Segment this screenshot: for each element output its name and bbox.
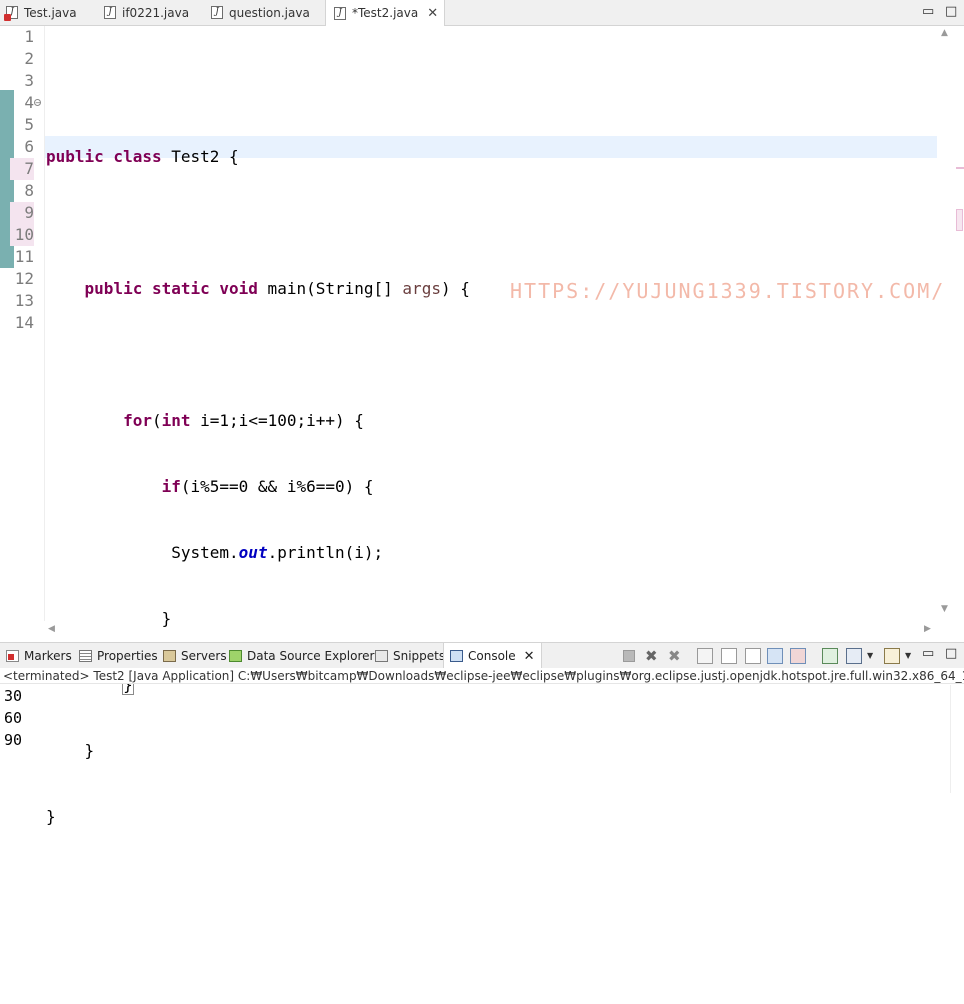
chevron-down-icon[interactable]: ▼ <box>867 648 883 664</box>
servers-icon <box>163 649 176 662</box>
minimize-icon[interactable]: ▭ <box>922 4 934 19</box>
console-line: 30 <box>4 687 23 705</box>
code-line: } <box>46 807 56 826</box>
maximize-icon[interactable]: □ <box>945 646 957 661</box>
overview-ruler-mark[interactable] <box>956 167 964 169</box>
tab-test-java[interactable]: J Test.java <box>4 0 77 25</box>
show-console-on-output-icon[interactable] <box>767 648 783 664</box>
code-line: } <box>84 741 95 760</box>
tab-markers[interactable]: Markers <box>6 643 72 668</box>
line-number: 2 <box>24 49 34 68</box>
close-icon[interactable]: ✕ <box>427 6 438 21</box>
tab-label: Test.java <box>24 5 77 20</box>
line-number: 7 <box>10 158 34 180</box>
tab-question-java[interactable]: J question.java <box>211 0 310 25</box>
line-number: 11 <box>14 247 34 266</box>
markers-icon <box>6 649 19 662</box>
maximize-icon[interactable]: □ <box>945 4 957 19</box>
line-number: 12 <box>14 269 34 288</box>
line-number: 9 <box>10 202 34 224</box>
show-console-on-error-icon[interactable] <box>790 648 806 664</box>
chevron-down-icon[interactable]: ▼ <box>905 648 921 664</box>
java-file-icon: J <box>104 6 116 19</box>
console-line: 60 <box>4 709 23 727</box>
java-file-icon: J <box>211 6 223 19</box>
tab-label: *Test2.java <box>352 6 419 20</box>
clear-console-icon[interactable] <box>697 648 713 664</box>
code-line: for(int i=1;i<=100;i++) { <box>123 411 364 430</box>
line-number: 5 <box>24 115 34 134</box>
java-file-icon: J <box>334 6 346 20</box>
minimize-icon[interactable]: ▭ <box>922 646 934 661</box>
line-number: 4 <box>24 93 34 112</box>
line-number-gutter: 1 2 3 4 5 6 7 8 9 10 11 12 13 14 − <box>0 26 45 621</box>
console-vertical-scrollbar[interactable] <box>950 685 964 793</box>
code-line: System.out.println(i); <box>171 543 384 562</box>
snippets-icon <box>375 649 388 662</box>
tab-test2-java[interactable]: J *Test2.java ✕ <box>325 0 446 26</box>
open-console-icon[interactable] <box>884 648 900 664</box>
console-description: <terminated> Test2 [Java Application] C:… <box>0 668 964 684</box>
tab-properties[interactable]: Properties <box>79 643 158 668</box>
line-number: 13 <box>14 291 34 310</box>
word-wrap-icon[interactable] <box>745 648 761 664</box>
remove-launch-icon[interactable]: ✖ <box>645 648 661 664</box>
remove-all-terminated-icon[interactable]: ✖ <box>668 648 684 664</box>
tab-console[interactable]: Console ✕ <box>443 643 542 669</box>
tab-snippets[interactable]: Snippets <box>375 643 445 668</box>
line-number: 3 <box>24 71 34 90</box>
overview-ruler-mark[interactable] <box>956 209 963 231</box>
tab-servers[interactable]: Servers <box>163 643 227 668</box>
tab-data-source-explorer[interactable]: Data Source Explorer <box>229 643 374 668</box>
code-editor[interactable]: 1 2 3 4 5 6 7 8 9 10 11 12 13 14 − publi… <box>0 26 964 826</box>
console-line: 90 <box>4 731 23 749</box>
display-selected-console-icon[interactable] <box>846 648 862 664</box>
editor-vertical-scrollbar[interactable]: ▲ ▼ <box>937 26 954 621</box>
code-line: if(i%5==0 && i%6==0) { <box>161 477 374 496</box>
scroll-lock-icon[interactable] <box>721 648 737 664</box>
views-tab-bar: Markers Properties Servers Data Source E… <box>0 642 964 669</box>
console-output[interactable]: 30 60 90 <box>4 685 22 751</box>
terminate-icon[interactable] <box>623 650 635 662</box>
code-line: public class Test2 { <box>46 147 239 166</box>
data-source-icon <box>229 649 242 662</box>
line-number: 14 <box>14 313 34 332</box>
tab-if0221-java[interactable]: J if0221.java <box>104 0 189 25</box>
scroll-right-icon[interactable]: ▶ <box>924 624 931 634</box>
code-text[interactable]: public class Test2 { public static void … <box>46 36 470 1004</box>
scroll-up-icon[interactable]: ▲ <box>941 28 948 38</box>
editor-horizontal-scrollbar[interactable]: ◀ ▶ <box>44 621 937 638</box>
editor-tab-bar: J Test.java J if0221.java J question.jav… <box>0 0 964 26</box>
code-line: public static void main(String[] args) { <box>84 279 470 298</box>
line-number: 10 <box>10 224 34 246</box>
line-number: 6 <box>24 137 34 156</box>
properties-icon <box>79 649 92 662</box>
scroll-down-icon[interactable]: ▼ <box>941 604 948 614</box>
fold-collapse-icon[interactable]: − <box>34 99 41 107</box>
line-number: 1 <box>24 27 34 46</box>
scroll-left-icon[interactable]: ◀ <box>48 624 55 634</box>
console-icon <box>450 650 463 662</box>
pin-console-icon[interactable] <box>822 648 838 664</box>
tab-label: if0221.java <box>122 5 190 20</box>
tab-label: question.java <box>229 5 310 20</box>
line-number: 8 <box>24 181 34 200</box>
java-file-error-icon: J <box>4 6 18 21</box>
watermark-text: HTTPS://YUJUNG1339.TISTORY.COM/ <box>510 279 946 303</box>
close-icon[interactable]: ✕ <box>524 649 535 664</box>
